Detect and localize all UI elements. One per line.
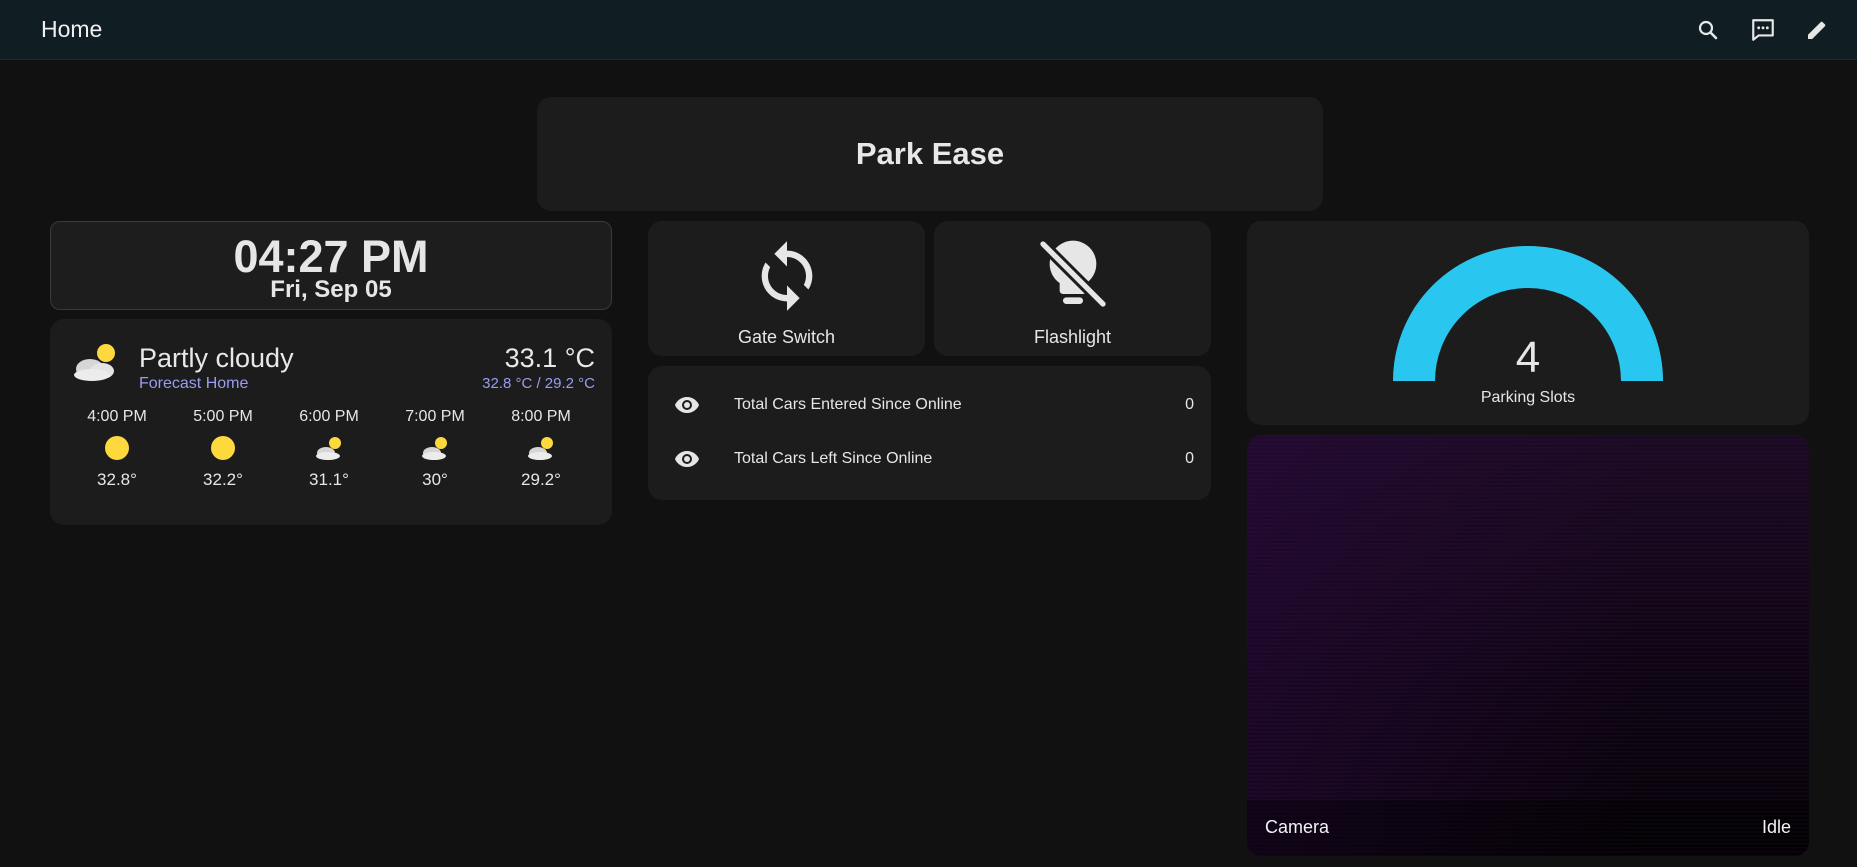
forecast-temp: 32.2° [203,470,243,489]
sunny-icon [64,430,170,466]
partly-cloudy-icon [276,430,382,466]
forecast-time: 8:00 PM [511,408,571,425]
current-temperature: 33.1 °C [504,343,595,373]
entity-row[interactable]: Total Cars Left Since Online 0 [673,444,1194,474]
camera-footer: Camera Idle [1247,800,1809,856]
entity-name: Total Cars Entered Since Online [734,396,962,413]
sync-icon [648,231,925,321]
edit-pencil-icon[interactable] [1803,16,1831,44]
eye-icon [673,450,701,468]
forecast-item: 8:00 PM 29.2° [488,408,594,490]
header-card: Park Ease [537,97,1323,211]
camera-name: Camera [1265,817,1330,837]
top-app-bar: Home [0,0,1857,60]
entities-card: Total Cars Entered Since Online 0 Total … [648,366,1211,500]
weather-condition: Partly cloudy [139,343,294,373]
forecast-time: 4:00 PM [87,408,147,425]
gate-switch-button[interactable]: Gate Switch [648,221,925,356]
forecast-temp: 30° [422,470,448,489]
forecast-time: 6:00 PM [299,408,359,425]
lightbulb-off-icon [934,231,1211,317]
weather-forecast-card[interactable]: Partly cloudy Forecast Home 33.1 °C 32.8… [50,319,612,525]
partly-cloudy-icon [382,430,488,466]
clock-date: Fri, Sep 05 [270,276,392,303]
entity-name: Total Cars Left Since Online [734,450,933,467]
flashlight-label: Flashlight [1033,327,1112,347]
camera-card[interactable]: Camera Idle [1247,435,1809,856]
forecast-temp: 31.1° [309,470,349,489]
partly-cloudy-icon [488,430,594,466]
search-icon[interactable] [1694,16,1722,44]
forecast-item: 5:00 PM 32.2° [170,408,276,490]
app-heading: Park Ease [855,136,1005,171]
gauge-label: Parking Slots [1480,389,1576,406]
gate-switch-label: Gate Switch [737,327,836,347]
partly-cloudy-icon [70,339,122,388]
flashlight-button[interactable]: Flashlight [934,221,1211,356]
forecast-item: 7:00 PM 30° [382,408,488,490]
entity-row[interactable]: Total Cars Entered Since Online 0 [673,390,1194,420]
assist-chat-icon[interactable] [1749,16,1777,44]
camera-feed [1247,435,1809,856]
clock-card: 04:27 PM Fri, Sep 05 [50,221,612,310]
forecast-time: 7:00 PM [405,408,465,425]
eye-icon [673,396,701,414]
hourly-forecast: 4:00 PM 32.8° 5:00 PM 32.2° 6:00 PM 31.1… [64,408,594,490]
forecast-temp: 29.2° [521,470,561,489]
forecast-item: 6:00 PM 31.1° [276,408,382,490]
gauge-value: 4 [1515,333,1541,382]
forecast-temp: 32.8° [97,470,137,489]
dashboard-title: Home [41,16,103,42]
entity-value: 0 [1185,450,1194,467]
camera-state: Idle [1761,817,1791,837]
forecast-name: Forecast Home [139,375,249,392]
entity-value: 0 [1185,396,1194,413]
temperature-high-low: 32.8 °C / 29.2 °C [482,375,595,392]
forecast-time: 5:00 PM [193,408,253,425]
sunny-icon [170,430,276,466]
forecast-item: 4:00 PM 32.8° [64,408,170,490]
parking-slots-gauge-card[interactable]: 4 Parking Slots [1247,221,1809,425]
